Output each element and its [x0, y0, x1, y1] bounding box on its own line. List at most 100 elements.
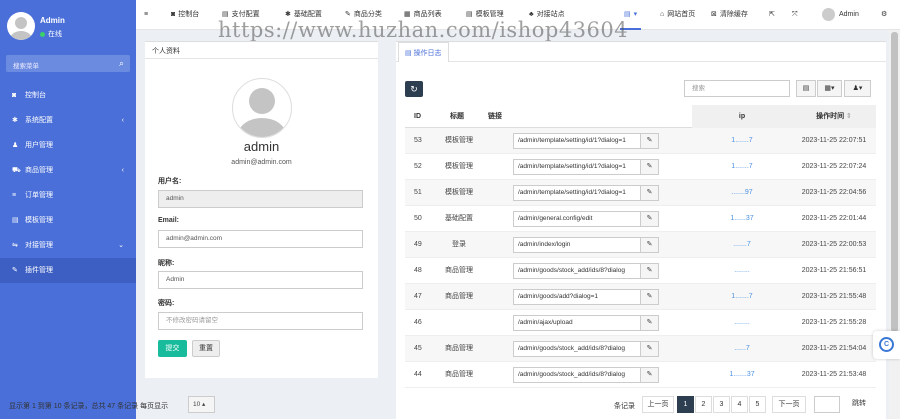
lock-icon-button-icon[interactable]: ⇱ — [769, 11, 775, 18]
link-icon[interactable]: ✎ — [647, 189, 653, 196]
cell-ip[interactable]: 1.......7 — [692, 128, 792, 154]
clear-cache-button[interactable]: ⊠ 清除缓存 — [711, 0, 748, 30]
tab-dashboard-icon[interactable]: ◙ — [171, 11, 175, 18]
copy-link-button[interactable]: ✎ — [640, 211, 659, 227]
cell-url-field[interactable]: /admin/template/setting/id/1?dialog=1 — [513, 185, 641, 201]
clear-cache-button-icon[interactable]: ⊠ — [711, 11, 717, 18]
tab-goods-category-icon[interactable]: ✎ — [345, 11, 351, 18]
cell-ip[interactable]: 1.......7 — [692, 154, 792, 180]
cell-url-field[interactable]: /admin/index/login — [513, 237, 641, 253]
table-row[interactable]: 50 基础配置/admin/general.config/edit ✎ 1......… — [405, 206, 876, 232]
cell-url-field[interactable]: /admin/ajax/upload — [513, 315, 641, 331]
jump-page-input[interactable] — [814, 396, 840, 413]
tab-more-icon[interactable]: ▤ — [624, 11, 631, 18]
refresh-icon[interactable]: ↻ — [410, 84, 418, 94]
search-icon[interactable]: ⌕ — [119, 58, 124, 69]
fullscreen-button-icon[interactable]: ⤧ — [792, 11, 798, 18]
floating-help-widget[interactable]: C — [873, 331, 900, 359]
settings-button[interactable]: ⚙ — [881, 0, 890, 30]
col-ip[interactable]: ip — [692, 105, 792, 128]
website-home-link-icon[interactable]: ⌂ — [660, 11, 664, 18]
col-url[interactable]: 链接 — [488, 105, 502, 128]
user-menu-label[interactable]: Admin — [839, 11, 859, 18]
page-scrollbar[interactable] — [889, 30, 900, 419]
link-icon[interactable]: ✎ — [647, 241, 653, 248]
copy-link-button[interactable]: ✎ — [640, 367, 659, 383]
link-icon[interactable]: ✎ — [647, 319, 653, 326]
clear-cache-button-label[interactable]: 清除缓存 — [720, 11, 748, 18]
link-icon[interactable]: ✎ — [647, 215, 653, 222]
table-row[interactable]: 46/admin/ajax/upload ✎........ 2023-11-25 … — [405, 310, 876, 336]
table-row[interactable]: 48 商品管理/admin/goods/stock_add/ids/8?dialo… — [405, 258, 876, 284]
tab-dashboard-label[interactable]: 控制台 — [178, 11, 199, 18]
tab-basic-config-label[interactable]: 基础配置 — [294, 11, 322, 18]
tab-template-label[interactable]: 模板管理 — [476, 11, 504, 18]
table-row[interactable]: 47 商品管理/admin/goods/add?dialog=1 ✎ 1.......… — [405, 284, 876, 310]
link-icon[interactable]: ✎ — [647, 163, 653, 170]
sidebar-item[interactable]: ◙ 控制台 — [0, 83, 136, 108]
table-row[interactable]: 52 模板管理/admin/template/setting/id/1?dialo… — [405, 154, 876, 180]
tab-payment-config-icon[interactable]: ▤ — [222, 11, 229, 18]
profile-avatar[interactable] — [232, 78, 292, 138]
tab-profile-label[interactable]: 个人资料 — [152, 46, 180, 56]
tab-sites-icon[interactable]: ♣ — [529, 11, 534, 18]
sidebar-item[interactable]: ♟ 用户管理 — [0, 133, 136, 158]
caret-icon[interactable]: ▴ — [202, 401, 205, 408]
sidebar-item[interactable]: ⇋ 对接管理 ⌄ — [0, 233, 136, 258]
tab-dashboard[interactable]: ◙ 控制台 — [171, 0, 199, 30]
table-icon[interactable]: ▤ — [803, 85, 810, 92]
copy-link-button[interactable]: ✎ — [640, 237, 659, 253]
cell-ip[interactable]: 1......37 — [692, 206, 792, 232]
copy-link-button[interactable]: ✎ — [640, 133, 659, 149]
tab-template-icon[interactable]: ▤ — [466, 11, 473, 18]
cell-url-field[interactable]: /admin/goods/add?dialog=1 — [513, 289, 641, 305]
col-id[interactable]: ID — [414, 105, 421, 128]
page-button[interactable]: 2 — [695, 396, 712, 413]
page-button[interactable]: 1 — [677, 396, 694, 413]
sidebar-item[interactable]: ▤ 模板管理 — [0, 208, 136, 233]
settings-button-icon[interactable]: ⚙ — [881, 11, 887, 18]
cell-ip[interactable]: 1.......37 — [692, 362, 792, 388]
tab-profile[interactable]: 个人资料 — [145, 42, 378, 59]
copy-link-button[interactable]: ✎ — [640, 263, 659, 279]
cell-url-field[interactable]: /admin/general.config/edit — [513, 211, 641, 227]
table-row[interactable]: 53 模板管理/admin/template/setting/id/1?dialo… — [405, 128, 876, 154]
page-button[interactable]: 3 — [713, 396, 730, 413]
password-field[interactable]: 不修改密码请留空 — [158, 312, 363, 330]
sidebar-item[interactable]: ⛟ 商品管理 ‹ — [0, 158, 136, 183]
cell-ip[interactable]: ......7 — [692, 336, 792, 362]
page-button[interactable]: 4 — [731, 396, 748, 413]
jump-button[interactable]: 跳转 — [844, 396, 874, 413]
col-time-label[interactable]: 操作时间 — [816, 113, 844, 120]
avatar[interactable] — [822, 7, 835, 21]
tab-sites-label[interactable]: 对接站点 — [537, 11, 565, 18]
columns-button[interactable]: ▦▾ — [817, 80, 842, 97]
copy-link-button[interactable]: ✎ — [640, 315, 659, 331]
caret-down-icon[interactable]: ▾ — [634, 11, 638, 18]
export-icon[interactable]: ♟▾ — [853, 85, 863, 92]
email-field[interactable]: admin@admin.com — [158, 230, 363, 248]
sidebar-item[interactable]: ✱ 系统配置 ‹ — [0, 108, 136, 133]
page-size-value[interactable]: 10 — [193, 401, 200, 408]
tab-operation-log-label[interactable]: 操作日志 — [414, 50, 442, 57]
sidebar-item[interactable]: ✎ 插件管理 — [0, 258, 136, 283]
sidebar-item[interactable]: ≡ 订单管理 — [0, 183, 136, 208]
cell-ip[interactable]: 1.......7 — [692, 284, 792, 310]
sort-icon[interactable]: ⇕ — [846, 113, 852, 120]
tab-payment-config-label[interactable]: 支付配置 — [232, 11, 260, 18]
refresh-button[interactable]: ↻ — [405, 81, 423, 97]
copy-link-button[interactable]: ✎ — [640, 289, 659, 305]
menu-toggle-icon[interactable]: ≡ — [144, 11, 148, 18]
export-button[interactable]: ♟▾ — [844, 80, 871, 97]
tab-goods-list-label[interactable]: 商品列表 — [414, 11, 442, 18]
tab-operation-log[interactable]: ▤ 操作日志 — [398, 42, 449, 62]
prev-page-button[interactable]: 上一页 — [642, 396, 674, 413]
submit-button[interactable]: 提交 — [158, 340, 187, 357]
reset-button[interactable]: 重置 — [192, 340, 220, 357]
user-menu[interactable]: Admin — [822, 0, 859, 30]
fullscreen-button[interactable]: ⤧ — [792, 0, 801, 30]
next-page-button[interactable]: 下一页 — [772, 396, 806, 413]
website-home-link[interactable]: ⌂ 网站首页 — [660, 0, 695, 30]
sidebar-search-placeholder[interactable]: 搜索菜单 — [13, 60, 39, 70]
link-icon[interactable]: ✎ — [647, 371, 653, 378]
